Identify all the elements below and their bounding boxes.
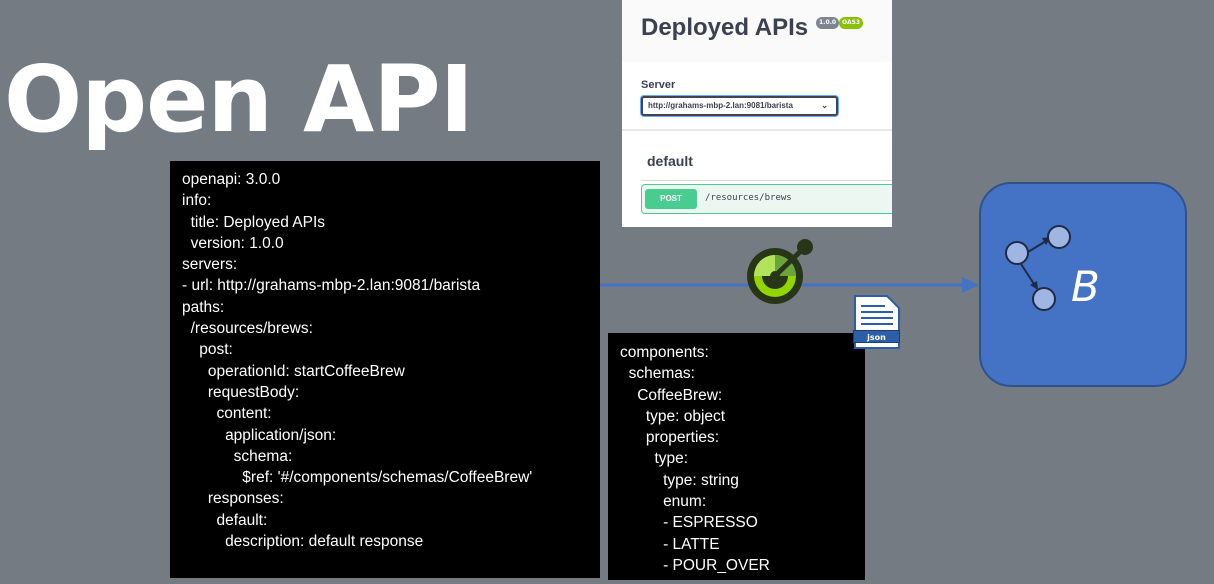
json-file-label: json: [853, 330, 900, 343]
openapi-logo-icon: [747, 239, 813, 304]
service-node-b: B: [979, 182, 1187, 387]
service-node-label: B: [1071, 262, 1100, 311]
